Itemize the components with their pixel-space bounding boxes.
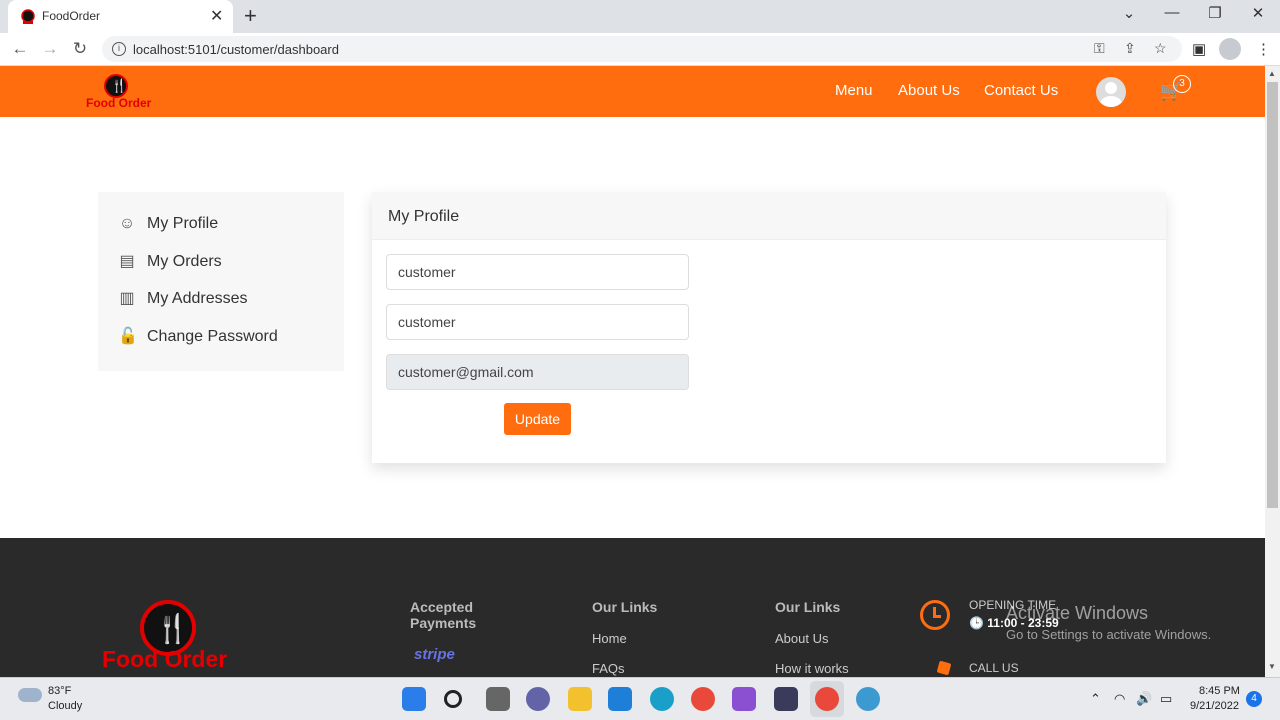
browser-profile-avatar[interactable] xyxy=(1219,38,1241,60)
share-icon[interactable]: ⇪ xyxy=(1124,40,1136,57)
payments-heading: Accepted Payments xyxy=(410,599,477,631)
chrome-active-icon[interactable] xyxy=(815,687,839,711)
tray-chevron-icon[interactable]: ⌃ xyxy=(1090,691,1101,707)
volume-icon[interactable]: 🔊 xyxy=(1136,691,1152,707)
bookmark-star-icon[interactable]: ☆ xyxy=(1154,40,1167,57)
stripe-logo: stripe xyxy=(414,646,455,663)
file-explorer-icon[interactable] xyxy=(568,687,592,711)
weather-condition[interactable]: Cloudy xyxy=(48,700,82,712)
account-sidebar: ☺ My Profile ▤ My Orders ▥ My Addresses … xyxy=(98,192,344,371)
nav-about-link[interactable]: About Us xyxy=(898,82,960,99)
profile-card: My Profile Update xyxy=(372,192,1166,463)
edge-icon[interactable] xyxy=(650,687,674,711)
close-window-button[interactable]: ✕ xyxy=(1243,4,1273,22)
sidebar-item-label: Change Password xyxy=(147,328,278,345)
forward-arrow-icon[interactable]: → xyxy=(38,39,62,59)
url-text: localhost:5101/customer/dashboard xyxy=(133,42,339,57)
task-view-icon[interactable] xyxy=(486,687,510,711)
first-name-field[interactable] xyxy=(386,254,689,290)
call-us-label: CALL US xyxy=(969,661,1019,675)
phone-icon xyxy=(936,660,952,676)
email-field[interactable] xyxy=(386,354,689,390)
key-icon[interactable]: ⚿ xyxy=(1094,40,1105,57)
minimize-button[interactable]: — xyxy=(1157,4,1187,21)
nav-contact-link[interactable]: Contact Us xyxy=(984,82,1058,99)
user-avatar[interactable] xyxy=(1096,77,1126,107)
browser-tab[interactable]: FoodOrder ✕ xyxy=(8,0,233,33)
logo-plate-icon: 🍴 xyxy=(104,74,128,98)
sidebar-item-label: My Orders xyxy=(147,253,222,270)
user-circle-icon: ☺ xyxy=(118,215,136,232)
taskbar-date[interactable]: 9/21/2022 xyxy=(1190,700,1239,712)
windows-taskbar: 83°F Cloudy ⌃ ◠ 🔊 ▭ 8:45 PM 9/21/2022 4 xyxy=(0,677,1280,720)
more-menu-icon[interactable]: ⋮ xyxy=(1256,40,1271,58)
book-icon: ▥ xyxy=(119,290,135,307)
address-bar[interactable]: i localhost:5101/customer/dashboard ⚿ ⇪ … xyxy=(102,36,1182,62)
card-title: My Profile xyxy=(388,208,460,225)
card-header: My Profile xyxy=(372,192,1166,240)
globe-app-icon[interactable] xyxy=(856,687,880,711)
search-icon[interactable] xyxy=(444,690,462,708)
sidebar-item-label: My Profile xyxy=(147,215,219,232)
update-button[interactable]: Update xyxy=(504,403,571,435)
wifi-icon[interactable]: ◠ xyxy=(1114,691,1125,707)
last-name-field[interactable] xyxy=(386,304,689,340)
scroll-down-icon[interactable]: ▼ xyxy=(1268,662,1276,671)
browser-tab-bar: FoodOrder ✕ + ⌄ — ❐ ✕ xyxy=(0,0,1280,33)
activation-watermark-subtitle: Go to Settings to activate Windows. xyxy=(1006,627,1212,642)
mail-icon[interactable] xyxy=(608,687,632,711)
cart-count-badge: 3 xyxy=(1173,75,1191,93)
cloud-icon[interactable] xyxy=(18,688,42,702)
taskbar-time[interactable]: 8:45 PM xyxy=(1199,685,1240,697)
links-heading-2: Our Links xyxy=(775,599,841,615)
footer-link-about[interactable]: About Us xyxy=(775,631,828,646)
scroll-up-icon[interactable]: ▲ xyxy=(1268,69,1276,78)
footer-link-home[interactable]: Home xyxy=(592,631,627,646)
clock-icon xyxy=(920,600,950,630)
links-heading-1: Our Links xyxy=(592,599,658,615)
browser-toolbar: ← → ↻ i localhost:5101/customer/dashboar… xyxy=(0,33,1280,66)
back-arrow-icon[interactable]: ← xyxy=(8,39,32,59)
side-panel-icon[interactable]: ▣ xyxy=(1192,40,1206,58)
tab-title: FoodOrder xyxy=(42,9,101,23)
footer-link-how-it-works[interactable]: How it works xyxy=(775,661,849,676)
teams-chat-icon[interactable] xyxy=(526,687,550,711)
weather-temperature[interactable]: 83°F xyxy=(48,685,71,697)
close-tab-icon[interactable]: ✕ xyxy=(210,6,223,26)
reload-icon[interactable]: ↻ xyxy=(68,39,92,59)
windows-start-icon[interactable] xyxy=(402,687,426,711)
site-logo[interactable]: 🍴 Food Order xyxy=(86,74,152,112)
notification-badge[interactable]: 4 xyxy=(1246,691,1262,707)
scroll-thumb[interactable] xyxy=(1267,82,1278,508)
page-scrollbar[interactable]: ▲ ▼ xyxy=(1265,66,1280,677)
maximize-button[interactable]: ❐ xyxy=(1200,4,1230,22)
footer-link-faqs[interactable]: FAQs xyxy=(592,661,625,676)
lock-icon: 🔓 xyxy=(118,328,138,345)
favicon-icon xyxy=(21,9,35,24)
sidebar-item-label: My Addresses xyxy=(147,290,248,307)
footer-logo-text: Food Order xyxy=(102,646,228,672)
logo-text: Food Order xyxy=(86,96,152,110)
new-tab-button[interactable]: + xyxy=(244,3,257,29)
chrome-icon[interactable] xyxy=(691,687,715,711)
footer-logo[interactable]: 🍴 Food Order xyxy=(102,598,242,678)
site-info-icon[interactable]: i xyxy=(112,42,126,56)
terminal-icon[interactable] xyxy=(774,687,798,711)
tab-search-icon[interactable]: ⌄ xyxy=(1114,4,1144,22)
box-icon: ▤ xyxy=(119,253,135,270)
visual-studio-icon[interactable] xyxy=(732,687,756,711)
nav-menu-link[interactable]: Menu xyxy=(835,82,873,99)
site-header: 🍴 Food Order Menu About Us Contact Us 🛒 … xyxy=(0,66,1265,117)
battery-icon[interactable]: ▭ xyxy=(1160,691,1172,707)
activation-watermark-title: Activate Windows xyxy=(1006,603,1149,623)
